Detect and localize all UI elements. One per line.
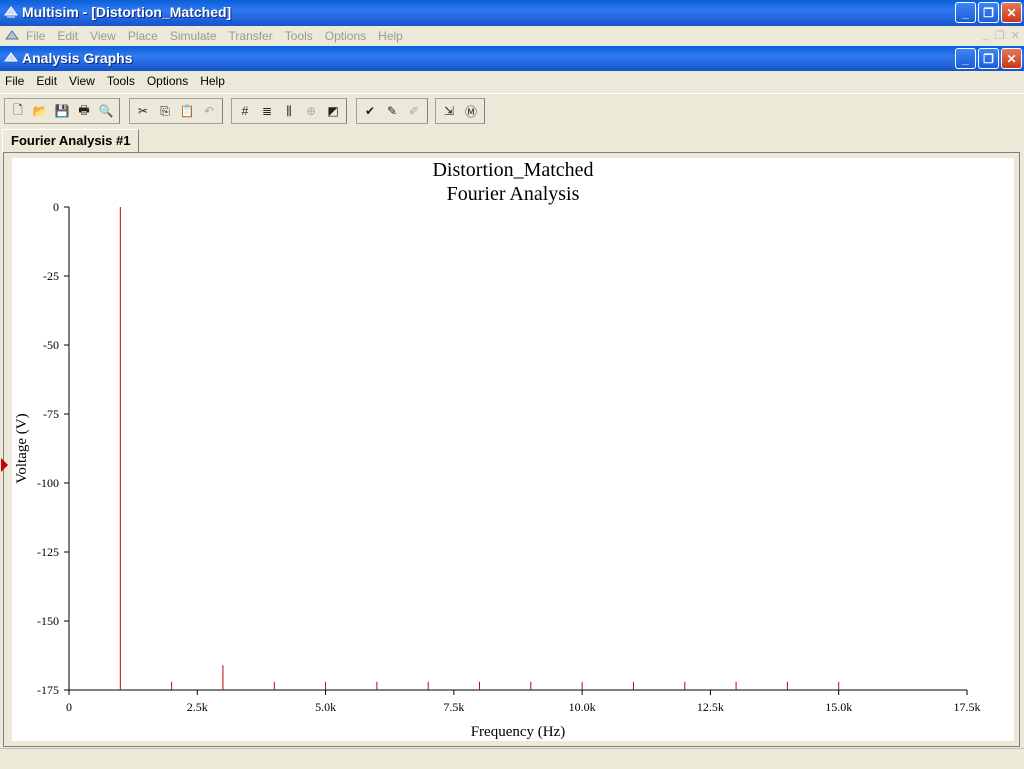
y-tick-label: -125 xyxy=(37,545,59,559)
fourier-chart: Distortion_MatchedFourier Analysis 0 -25 -5… xyxy=(14,159,981,740)
export-excel-icon[interactable]: ⇲ xyxy=(438,100,460,122)
tab-fourier-analysis-1[interactable]: Fourier Analysis #1 xyxy=(2,129,140,153)
y-tick-label: 0 xyxy=(53,200,59,214)
app-menu-file[interactable]: File xyxy=(26,29,45,43)
mdi-minimize-button[interactable]: _ xyxy=(983,29,989,42)
graphs-toolbar: 🗋 📂 💾 🖶 🔍 ✂ ⎘ 📋 ↶ # ≣ ⫼ ⊕ ◩ ✔ ✎ ✐ ⇲ Ⓜ xyxy=(0,93,1024,128)
graph-frame: Distortion_Matched Fourier Analysis 0 -25 -5… xyxy=(1,152,1020,747)
app-menu-help[interactable]: Help xyxy=(378,29,403,43)
graphs-menu-bar: File Edit View Tools Options Help xyxy=(0,71,1024,91)
x-tick-label: 2.5k xyxy=(187,700,208,714)
legend-icon[interactable]: ≣ xyxy=(256,100,278,122)
y-axis-label: Voltage (V) xyxy=(14,413,30,483)
cut-icon[interactable]: ✂ xyxy=(132,100,154,122)
grid-icon[interactable]: # xyxy=(234,100,256,122)
app-menu-options[interactable]: Options xyxy=(325,29,366,43)
graphs-menu-help[interactable]: Help xyxy=(200,74,225,88)
selected-graph-marker-icon xyxy=(1,458,8,472)
plot-area[interactable]: Distortion_Matched Fourier Analysis 0 -25 -5… xyxy=(12,158,1014,741)
add-trace-icon[interactable]: ✎ xyxy=(381,100,403,122)
graphs-close-button[interactable]: ✕ xyxy=(1001,48,1022,69)
graphs-menu-edit[interactable]: Edit xyxy=(36,74,57,88)
toolbar-group: ✔ ✎ ✐ xyxy=(356,98,428,124)
reverse-colors-icon[interactable]: ◩ xyxy=(322,100,344,122)
app-minimize-button[interactable]: _ xyxy=(955,2,976,23)
chart-subtitle: Fourier Analysis xyxy=(447,183,580,205)
app-restore-button[interactable]: ❐ xyxy=(978,2,999,23)
save-icon[interactable]: 💾 xyxy=(51,100,73,122)
y-tick-label: -25 xyxy=(43,269,59,283)
new-icon[interactable]: 🗋 xyxy=(7,100,29,122)
multisim-app-icon xyxy=(4,6,18,18)
print-preview-icon[interactable]: 🔍 xyxy=(95,100,117,122)
x-tick-label: 5.0k xyxy=(315,700,336,714)
tab-strip: Fourier Analysis #1 xyxy=(0,128,1024,153)
cursors-icon[interactable]: ⫼ xyxy=(278,100,300,122)
app-menu-place[interactable]: Place xyxy=(128,29,158,43)
paste-icon[interactable]: 📋 xyxy=(176,100,198,122)
graphs-window-icon xyxy=(4,52,18,62)
app-menu-bar: File Edit View Place Simulate Transfer Tools Op… xyxy=(0,26,1024,46)
graphs-menu-view[interactable]: View xyxy=(69,74,95,88)
app-menu-edit[interactable]: Edit xyxy=(57,29,78,43)
mdi-restore-button[interactable]: ❐ xyxy=(995,29,1005,42)
undo-icon[interactable]: ↶ xyxy=(198,100,220,122)
graphs-minimize-button[interactable]: _ xyxy=(955,48,976,69)
y-tick-label: -75 xyxy=(43,407,59,421)
copy-icon[interactable]: ⎘ xyxy=(154,100,176,122)
toolbar-group: ✂ ⎘ 📋 ↶ xyxy=(129,98,223,124)
app-menu-simulate[interactable]: Simulate xyxy=(170,29,217,43)
app-menu-transfer[interactable]: Transfer xyxy=(229,29,273,43)
overlay-traces-icon[interactable]: ✔ xyxy=(359,100,381,122)
x-tick-label: 0 xyxy=(66,700,72,714)
document-icon[interactable] xyxy=(4,29,20,43)
export-mathcad-icon[interactable]: Ⓜ xyxy=(460,100,482,122)
graphs-window-title: Analysis Graphs xyxy=(22,50,133,66)
app-close-button[interactable]: ✕ xyxy=(1001,2,1022,23)
toolbar-group: ⇲ Ⓜ xyxy=(435,98,485,124)
app-title: Multisim - [Distortion_Matched] xyxy=(22,4,232,20)
y-tick-label: -150 xyxy=(37,614,59,628)
mdi-close-button[interactable]: ✕ xyxy=(1011,29,1020,42)
open-icon[interactable]: 📂 xyxy=(29,100,51,122)
status-bar xyxy=(0,748,1024,769)
graphs-menu-file[interactable]: File xyxy=(5,74,24,88)
print-icon[interactable]: 🖶 xyxy=(73,100,95,122)
x-tick-label: 12.5k xyxy=(697,700,724,714)
graphs-menu-options[interactable]: Options xyxy=(147,74,188,88)
x-tick-label: 10.0k xyxy=(569,700,596,714)
y-tick-label: -100 xyxy=(37,476,59,490)
y-tick-label: -175 xyxy=(37,683,59,697)
x-axis-label: Frequency (Hz) xyxy=(471,724,566,740)
y-tick-label: -50 xyxy=(43,338,59,352)
app-menu-tools[interactable]: Tools xyxy=(285,29,313,43)
chart-title: Distortion_Matched xyxy=(432,159,593,181)
app-menu-view[interactable]: View xyxy=(90,29,116,43)
zoom-icon[interactable]: ⊕ xyxy=(300,100,322,122)
x-tick-label: 17.5k xyxy=(954,700,981,714)
graphs-title-bar: Analysis Graphs _ ❐ ✕ xyxy=(0,46,1024,71)
graphs-restore-button[interactable]: ❐ xyxy=(978,48,999,69)
app-title-bar: Multisim - [Distortion_Matched] _ ❐ ✕ xyxy=(0,0,1024,26)
x-tick-label: 15.0k xyxy=(825,700,852,714)
graphs-menu-tools[interactable]: Tools xyxy=(107,74,135,88)
toolbar-group: 🗋 📂 💾 🖶 🔍 xyxy=(4,98,120,124)
x-tick-label: 7.5k xyxy=(443,700,464,714)
toolbar-group: # ≣ ⫼ ⊕ ◩ xyxy=(231,98,347,124)
remove-trace-icon[interactable]: ✐ xyxy=(403,100,425,122)
